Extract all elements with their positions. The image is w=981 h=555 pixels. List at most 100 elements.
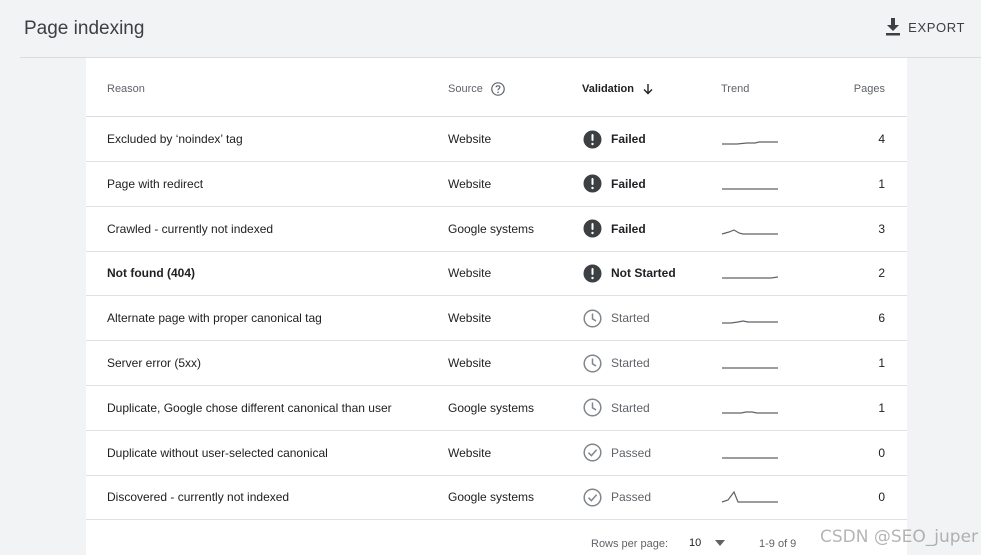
validation-status: Passed bbox=[611, 445, 652, 460]
source-cell: Website bbox=[448, 356, 492, 370]
column-label: Validation bbox=[582, 83, 634, 95]
check-circle-icon bbox=[583, 488, 602, 507]
trend-cell bbox=[721, 386, 779, 430]
source-cell: Website bbox=[448, 445, 492, 460]
pages-cell: 1 bbox=[878, 400, 885, 415]
source-cell: Website bbox=[448, 132, 492, 146]
pages-cell: 1 bbox=[878, 356, 885, 370]
table-header: Reason Source Validation Trend Pages bbox=[86, 58, 907, 117]
validation-status: Failed bbox=[611, 221, 646, 236]
pages-cell: 4 bbox=[878, 132, 885, 146]
trend-cell bbox=[721, 251, 779, 295]
trend-cell bbox=[721, 341, 779, 385]
reason-cell: Crawled - currently not indexed bbox=[107, 221, 274, 236]
table-row[interactable]: Excluded by ‘noindex’ tag Website Failed 4 bbox=[86, 117, 907, 162]
column-header-validation[interactable]: Validation bbox=[582, 83, 654, 95]
trend-cell bbox=[721, 207, 779, 251]
rows-per-page-label: Rows per page: bbox=[591, 538, 669, 550]
pages-cell: 2 bbox=[878, 266, 885, 281]
trend-sparkline bbox=[721, 228, 778, 235]
source-cell: Website bbox=[448, 176, 492, 191]
trend-sparkline bbox=[722, 456, 778, 459]
pages-cell: 0 bbox=[878, 445, 885, 460]
reason-cell: Page with redirect bbox=[107, 176, 204, 191]
validation-cell: Not Started bbox=[583, 251, 676, 295]
arrow-down-icon bbox=[643, 84, 653, 95]
table-pagination: Rows per page: 10 1-9 of 9 bbox=[86, 518, 907, 555]
column-header-reason[interactable]: Reason bbox=[107, 83, 145, 95]
validation-status: Started bbox=[611, 400, 650, 415]
table-row[interactable]: Crawled - currently not indexed Google sy… bbox=[86, 207, 907, 252]
page-title: Page indexing bbox=[24, 18, 145, 39]
trend-sparkline bbox=[721, 491, 778, 503]
validation-cell: Passed bbox=[583, 431, 651, 475]
trend-sparkline bbox=[722, 367, 778, 369]
check-circle-icon bbox=[583, 443, 602, 462]
table-row[interactable]: Page with redirect Website Failed 1 bbox=[86, 162, 907, 207]
rows-per-page-select[interactable]: 10 bbox=[689, 537, 726, 549]
watermark: CSDN @SEO_juper bbox=[820, 527, 979, 547]
validation-cell: Started bbox=[583, 296, 650, 340]
trend-sparkline bbox=[722, 141, 778, 145]
trend-cell bbox=[721, 117, 779, 161]
validation-cell: Started bbox=[583, 386, 650, 430]
column-label: Trend bbox=[721, 83, 750, 95]
trend-sparkline bbox=[722, 411, 778, 414]
column-label: Pages bbox=[853, 83, 885, 95]
exclamation-circle-icon bbox=[583, 174, 602, 193]
validation-cell: Failed bbox=[583, 207, 646, 251]
validation-status: Started bbox=[611, 356, 650, 370]
column-header-source[interactable]: Source bbox=[448, 82, 505, 96]
table-row[interactable]: Discovered - currently not indexed Google… bbox=[86, 475, 907, 521]
column-label: Reason bbox=[107, 83, 145, 95]
table-row[interactable]: Duplicate without user-selected canonica… bbox=[86, 431, 907, 476]
export-label: EXPORT bbox=[908, 19, 965, 35]
chevron-down-icon bbox=[715, 540, 726, 546]
column-header-pages[interactable]: Pages bbox=[854, 83, 885, 95]
source-cell: Website bbox=[448, 266, 492, 281]
source-cell: Google systems bbox=[448, 490, 535, 505]
validation-cell: Failed bbox=[583, 162, 646, 206]
trend-cell bbox=[721, 431, 779, 475]
help-circle-icon[interactable] bbox=[491, 82, 505, 96]
exclamation-circle-icon bbox=[583, 219, 602, 238]
reason-cell: Discovered - currently not indexed bbox=[107, 490, 290, 505]
export-button[interactable]: EXPORT bbox=[886, 18, 965, 36]
table-row[interactable]: Server error (5xx) Website Started 1 bbox=[86, 341, 907, 386]
table-row[interactable]: Not found (404) Website Not Started 2 bbox=[86, 251, 907, 297]
pages-cell: 6 bbox=[878, 311, 885, 326]
reason-cell: Server error (5xx) bbox=[107, 356, 202, 370]
validation-status: Passed bbox=[611, 490, 652, 505]
pages-cell: 0 bbox=[878, 490, 885, 505]
column-label: Source bbox=[448, 83, 483, 95]
trend-sparkline bbox=[722, 188, 778, 190]
page-header: Page indexing EXPORT bbox=[0, 0, 981, 58]
trend-sparkline bbox=[722, 320, 778, 324]
validation-status: Failed bbox=[611, 132, 646, 146]
exclamation-circle-icon bbox=[583, 264, 602, 283]
validation-status: Not Started bbox=[611, 266, 676, 281]
validation-status: Started bbox=[611, 311, 650, 326]
trend-sparkline bbox=[722, 276, 779, 279]
source-cell: Website bbox=[448, 311, 492, 326]
clock-icon bbox=[583, 398, 602, 417]
column-header-trend: Trend bbox=[721, 83, 749, 95]
reason-cell: Duplicate, Google chose different canoni… bbox=[107, 400, 392, 415]
source-cell: Google systems bbox=[448, 221, 535, 236]
reason-cell: Not found (404) bbox=[107, 266, 195, 281]
indexing-table-card: Reason Source Validation Trend Pages Exc… bbox=[86, 58, 907, 555]
table-row[interactable]: Duplicate, Google chose different canoni… bbox=[86, 386, 907, 431]
validation-cell: Started bbox=[583, 341, 650, 385]
source-cell: Google systems bbox=[448, 400, 535, 415]
validation-cell: Passed bbox=[583, 475, 651, 519]
validation-cell: Failed bbox=[583, 117, 646, 161]
clock-icon bbox=[583, 309, 602, 328]
reason-cell: Duplicate without user-selected canonica… bbox=[107, 445, 328, 460]
rows-per-page-value: 10 bbox=[689, 537, 702, 549]
trend-cell bbox=[721, 296, 779, 340]
table-row[interactable]: Alternate page with proper canonical tag… bbox=[86, 296, 907, 342]
reason-cell: Excluded by ‘noindex’ tag bbox=[107, 132, 243, 146]
pages-cell: 3 bbox=[878, 221, 885, 236]
download-icon bbox=[886, 18, 901, 36]
trend-cell bbox=[721, 475, 779, 519]
